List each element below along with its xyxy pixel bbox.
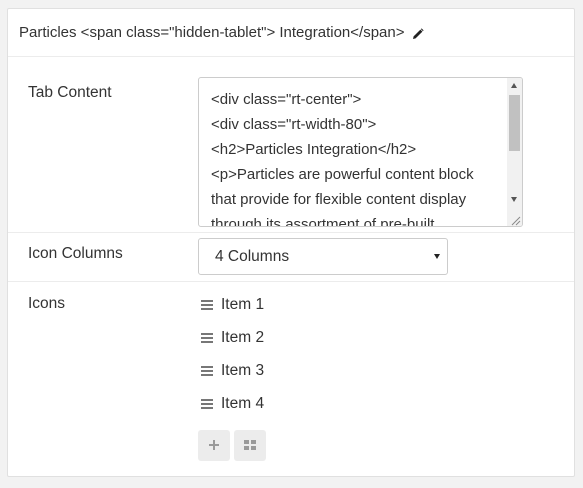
textarea-line: <div class="rt-center">: [211, 91, 362, 108]
settings-panel: Particles <span class="hidden-tablet"> I…: [7, 8, 575, 477]
textarea-line: <p>Particles are powerful content block: [211, 166, 474, 183]
tab-content-label: Tab Content: [28, 84, 112, 101]
textarea-lines: <div class="rt-center"> <div class="rt-w…: [211, 87, 502, 227]
list-item[interactable]: Item 1: [201, 295, 264, 315]
icons-label: Icons: [28, 295, 66, 312]
scroll-thumb[interactable]: [509, 95, 520, 151]
list-item-label: Item 1: [221, 296, 265, 313]
drag-handle-icon[interactable]: [201, 300, 213, 310]
drag-handle-icon[interactable]: [201, 399, 213, 409]
textarea-line: that provide for flexible content displa…: [211, 191, 467, 208]
list-item[interactable]: Item 2: [201, 328, 264, 348]
tab-content-textarea[interactable]: <div class="rt-center"> <div class="rt-w…: [198, 77, 523, 227]
textarea-line: through its assortment of pre-built: [211, 216, 435, 227]
list-item[interactable]: Item 4: [201, 394, 264, 414]
panel-header: Particles <span class="hidden-tablet"> I…: [8, 9, 574, 57]
icon-columns-label: Icon Columns: [28, 245, 123, 262]
textarea-scrollbar[interactable]: [507, 78, 522, 226]
icon-columns-select[interactable]: 4 Columns: [198, 238, 448, 275]
panel-title: Particles <span class="hidden-tablet"> I…: [19, 24, 405, 41]
add-item-button[interactable]: [198, 430, 230, 461]
resize-grip-icon[interactable]: [509, 213, 521, 226]
textarea-line: <div class="rt-width-80">: [211, 116, 377, 133]
plus-icon: [209, 437, 219, 455]
scroll-down-icon[interactable]: [511, 197, 517, 202]
drag-handle-icon[interactable]: [201, 366, 213, 376]
list-item-label: Item 4: [221, 395, 265, 412]
bulk-edit-button[interactable]: [234, 430, 266, 461]
pencil-icon[interactable]: [412, 27, 425, 39]
scroll-up-icon[interactable]: [511, 83, 517, 88]
chevron-down-icon: [434, 254, 440, 259]
list-item[interactable]: Item 3: [201, 361, 264, 381]
textarea-line: <h2>Particles Integration</h2>: [211, 141, 417, 158]
icon-columns-value: 4 Columns: [215, 248, 290, 265]
grid-icon: [244, 437, 256, 455]
list-item-label: Item 3: [221, 362, 265, 379]
list-item-label: Item 2: [221, 329, 265, 346]
icons-row: Icons: [8, 282, 574, 472]
drag-handle-icon[interactable]: [201, 333, 213, 343]
